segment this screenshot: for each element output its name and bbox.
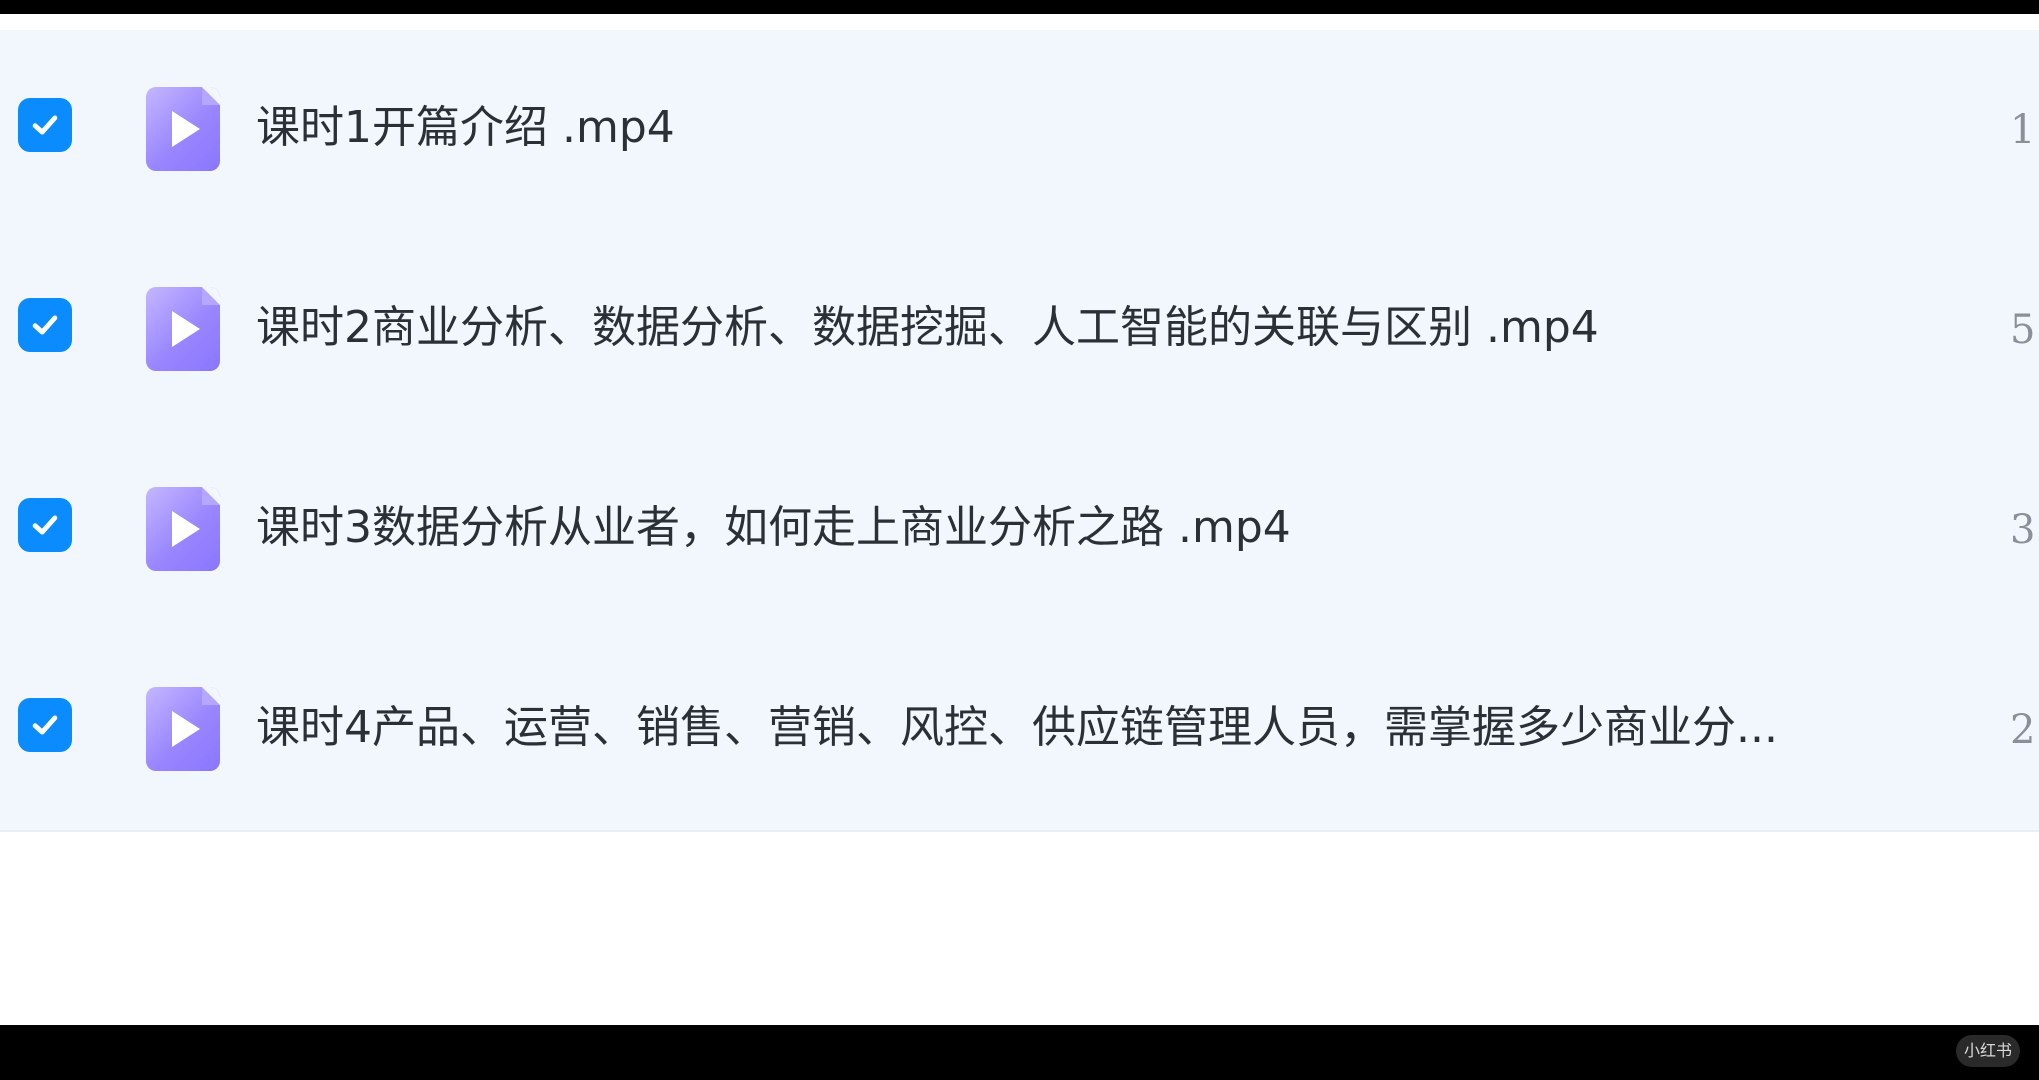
file-row[interactable]: 课时3数据分析从业者，如何走上商业分析之路 .mp4 3 [0,430,2039,630]
file-size: 1 [2010,107,2036,153]
check-icon [32,115,58,135]
play-icon [172,311,200,347]
file-name[interactable]: 课时2商业分析、数据分析、数据挖掘、人工智能的关联与区别 .mp4 [256,298,1876,358]
app-frame: 课时1开篇介绍 .mp4 1 课时2商业分析、数据分析、数据挖掘、人工智能的关联… [0,0,2039,1080]
row-checkbox[interactable] [18,498,72,552]
check-icon [32,315,58,335]
file-size: 2 [2010,707,2036,753]
video-file-icon [146,687,220,771]
row-checkbox[interactable] [18,698,72,752]
file-row[interactable]: 课时4产品、运营、销售、营销、风控、供应链管理人员，需掌握多少商业分... 2 [0,630,2039,830]
video-file-icon [146,287,220,371]
video-file-icon [146,487,220,571]
row-checkbox[interactable] [18,298,72,352]
file-row[interactable]: 课时1开篇介绍 .mp4 1 [0,30,2039,230]
file-row[interactable]: 课时2商业分析、数据分析、数据挖掘、人工智能的关联与区别 .mp4 5 [0,230,2039,430]
file-size: 5 [2010,307,2036,353]
play-icon [172,111,200,147]
file-list: 课时1开篇介绍 .mp4 1 课时2商业分析、数据分析、数据挖掘、人工智能的关联… [0,30,2039,832]
top-gap [0,14,2039,30]
bottom-black-bar [0,1025,2039,1080]
video-file-icon [146,87,220,171]
check-icon [32,715,58,735]
row-checkbox[interactable] [18,98,72,152]
file-name[interactable]: 课时3数据分析从业者，如何走上商业分析之路 .mp4 [256,498,1876,558]
check-icon [32,515,58,535]
play-icon [172,511,200,547]
watermark-logo: 小红书 [1956,1035,2020,1067]
file-size: 3 [2010,507,2036,553]
file-name[interactable]: 课时1开篇介绍 .mp4 [256,98,1876,158]
top-black-bar [0,0,2039,14]
file-name[interactable]: 课时4产品、运营、销售、营销、风控、供应链管理人员，需掌握多少商业分... [256,698,1876,758]
file-list-panel: 课时1开篇介绍 .mp4 1 课时2商业分析、数据分析、数据挖掘、人工智能的关联… [0,30,2039,1025]
play-icon [172,711,200,747]
